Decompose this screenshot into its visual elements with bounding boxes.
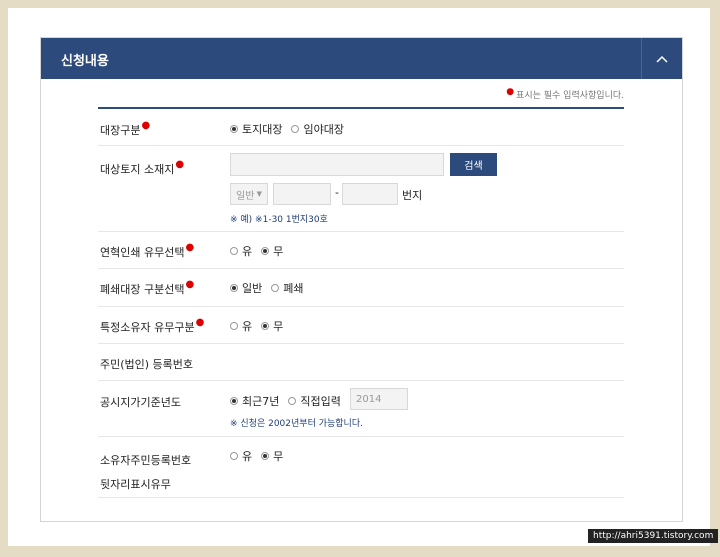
closed-ledger-option-closed[interactable]: 폐쇄 bbox=[271, 280, 304, 296]
required-dot-icon: ● bbox=[185, 279, 195, 290]
ledger-type-label: 대장구분● bbox=[100, 120, 151, 137]
history-print-radios: 유 무 bbox=[230, 243, 292, 259]
row-closed-ledger: 폐쇄대장 구분선택● 일반 폐쇄 bbox=[98, 269, 624, 307]
lot-separator: - bbox=[335, 186, 339, 199]
year-input[interactable]: 2014 bbox=[350, 388, 408, 410]
required-dot-icon: ● bbox=[195, 317, 205, 328]
required-dot-icon: ● bbox=[175, 159, 185, 170]
special-owner-radios: 유 무 bbox=[230, 318, 292, 334]
radio-unselected[interactable] bbox=[230, 452, 238, 460]
ledger-type-option-land[interactable]: 토지대장 bbox=[230, 121, 282, 137]
row-resident-number: 주민(법인) 등록번호 bbox=[98, 344, 624, 381]
resident-number-label: 주민(법인) 등록번호 bbox=[100, 358, 194, 371]
radio-unselected[interactable] bbox=[288, 397, 297, 405]
application-panel: 신청내용 ● 표시는 필수 입력사항입니다. 대장구분● 토지대장 임야대장 대상… bbox=[40, 37, 683, 522]
radio-selected[interactable] bbox=[230, 125, 238, 133]
search-button[interactable]: 검색 bbox=[450, 153, 497, 176]
radio-selected[interactable] bbox=[261, 452, 270, 460]
land-location-label: 대상토지 소재지● bbox=[100, 159, 185, 176]
application-form: 대장구분● 토지대장 임야대장 대상토지 소재지● 검색 일반 ▼ - 번지 ※ … bbox=[98, 107, 624, 498]
owner-suffix-option-yes[interactable]: 유 bbox=[230, 448, 252, 464]
special-owner-label: 특정소유자 유무구분● bbox=[100, 317, 205, 334]
required-note-text: 표시는 필수 입력사항입니다. bbox=[516, 91, 624, 101]
lot-type-select[interactable]: 일반 ▼ bbox=[230, 183, 268, 205]
panel-title: 신청내용 bbox=[61, 54, 109, 69]
row-land-location: 대상토지 소재지● 검색 일반 ▼ - 번지 ※ 예) ※1-30 1번지30호 bbox=[98, 146, 624, 232]
panel-header: 신청내용 bbox=[41, 38, 682, 79]
radio-unselected[interactable] bbox=[271, 284, 280, 292]
base-year-option-direct[interactable]: 직접입력 bbox=[288, 393, 341, 409]
blog-watermark: http://ahri5391.tistory.com bbox=[588, 529, 719, 543]
radio-selected[interactable] bbox=[230, 397, 238, 405]
ledger-type-option-forest[interactable]: 임야대장 bbox=[291, 121, 344, 137]
base-year-radios: 최근7년 직접입력 bbox=[230, 393, 350, 409]
ledger-type-radios: 토지대장 임야대장 bbox=[230, 121, 353, 137]
radio-selected[interactable] bbox=[230, 284, 238, 292]
owner-suffix-label-line2: 뒷자리표시유무 bbox=[100, 478, 171, 491]
owner-suffix-radios: 유 무 bbox=[230, 448, 292, 464]
dropdown-arrow-icon: ▼ bbox=[256, 190, 262, 198]
history-print-option-no[interactable]: 무 bbox=[261, 243, 283, 259]
row-base-year: 공시지가기준년도 최근7년 직접입력 2014 ※ 신청은 2002년부터 가능… bbox=[98, 381, 624, 437]
lot-suffix: 번지 bbox=[402, 189, 423, 202]
chevron-up-icon bbox=[656, 55, 668, 63]
history-print-label: 연혁인쇄 유무선택● bbox=[100, 242, 195, 259]
owner-suffix-label: 소유자주민등록번호 뒷자리표시유무 bbox=[100, 449, 191, 497]
lot-sub-number-input[interactable] bbox=[342, 183, 398, 205]
special-owner-option-yes[interactable]: 유 bbox=[230, 318, 252, 334]
base-year-option-recent[interactable]: 최근7년 bbox=[230, 393, 279, 409]
address-hint: ※ 예) ※1-30 1번지30호 bbox=[230, 215, 328, 225]
radio-unselected[interactable] bbox=[230, 247, 238, 255]
history-print-option-yes[interactable]: 유 bbox=[230, 243, 252, 259]
radio-unselected[interactable] bbox=[230, 322, 238, 330]
address-input[interactable] bbox=[230, 153, 444, 176]
closed-ledger-label: 폐쇄대장 구분선택● bbox=[100, 279, 195, 296]
closed-ledger-option-normal[interactable]: 일반 bbox=[230, 280, 262, 296]
owner-suffix-option-no[interactable]: 무 bbox=[261, 448, 283, 464]
base-year-label: 공시지가기준년도 bbox=[100, 396, 181, 409]
radio-unselected[interactable] bbox=[291, 125, 300, 133]
base-year-hint: ※ 신청은 2002년부터 가능합니다. bbox=[230, 419, 363, 429]
radio-selected[interactable] bbox=[261, 322, 270, 330]
required-dot-icon: ● bbox=[506, 87, 515, 97]
row-ledger-type: 대장구분● 토지대장 임야대장 bbox=[98, 109, 624, 146]
closed-ledger-radios: 일반 폐쇄 bbox=[230, 280, 313, 296]
row-special-owner: 특정소유자 유무구분● 유 무 bbox=[98, 307, 624, 344]
collapse-button[interactable] bbox=[641, 38, 682, 79]
radio-selected[interactable] bbox=[261, 247, 270, 255]
special-owner-option-no[interactable]: 무 bbox=[261, 318, 283, 334]
owner-suffix-label-line1: 소유자주민등록번호 bbox=[100, 454, 192, 467]
required-note: ● 표시는 필수 입력사항입니다. bbox=[506, 87, 624, 101]
row-owner-suffix: 소유자주민등록번호 뒷자리표시유무 유 무 bbox=[98, 437, 624, 498]
required-dot-icon: ● bbox=[141, 120, 151, 131]
required-dot-icon: ● bbox=[185, 242, 195, 253]
row-history-print: 연혁인쇄 유무선택● 유 무 bbox=[98, 232, 624, 269]
lot-main-number-input[interactable] bbox=[273, 183, 331, 205]
